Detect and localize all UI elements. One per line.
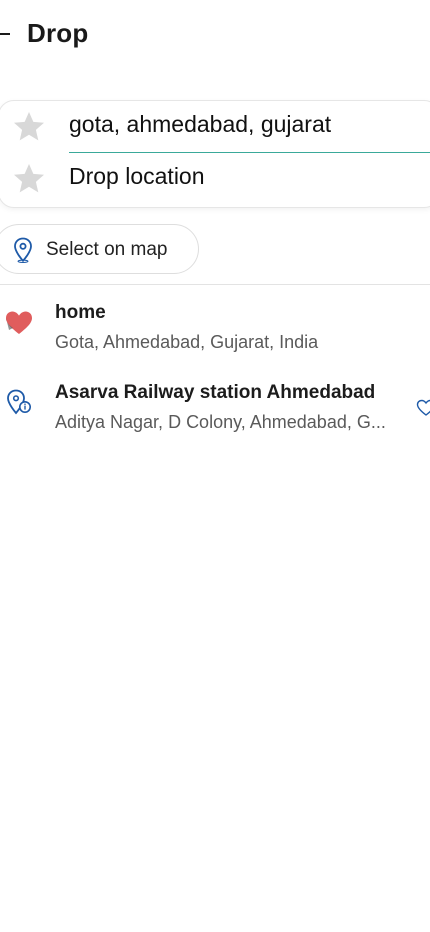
drop-row[interactable]: Drop location	[0, 155, 430, 203]
list-item[interactable]: Asarva Railway station Ahmedabad Aditya …	[0, 380, 430, 444]
active-input-underline	[69, 152, 430, 153]
place-info-icon	[7, 389, 31, 415]
star-icon[interactable]	[11, 161, 47, 197]
location-card: gota, ahmedabad, gujarat Drop location	[0, 100, 430, 208]
page-title: Drop	[27, 18, 89, 48]
select-on-map-button[interactable]: Select on map	[0, 224, 199, 274]
item-subtitle: Aditya Nagar, D Colony, Ahmedabad, G...	[55, 412, 386, 432]
back-arrow-icon[interactable]	[0, 33, 10, 35]
star-icon[interactable]	[11, 109, 47, 145]
heart-icon	[6, 311, 32, 334]
header: Drop	[0, 0, 430, 70]
select-on-map-label: Select on map	[46, 239, 168, 260]
item-subtitle: Gota, Ahmedabad, Gujarat, India	[55, 332, 319, 352]
heart-outline-icon[interactable]	[416, 398, 430, 418]
pickup-input[interactable]: gota, ahmedabad, gujarat	[69, 111, 331, 138]
pickup-row[interactable]: gota, ahmedabad, gujarat	[0, 103, 430, 153]
item-title: home	[55, 302, 106, 323]
map-pin-icon	[14, 237, 32, 263]
list-item[interactable]: home Gota, Ahmedabad, Gujarat, India	[0, 300, 430, 364]
divider	[0, 284, 430, 285]
item-title: Asarva Railway station Ahmedabad	[55, 382, 376, 403]
drop-location-input[interactable]: Drop location	[69, 163, 205, 190]
